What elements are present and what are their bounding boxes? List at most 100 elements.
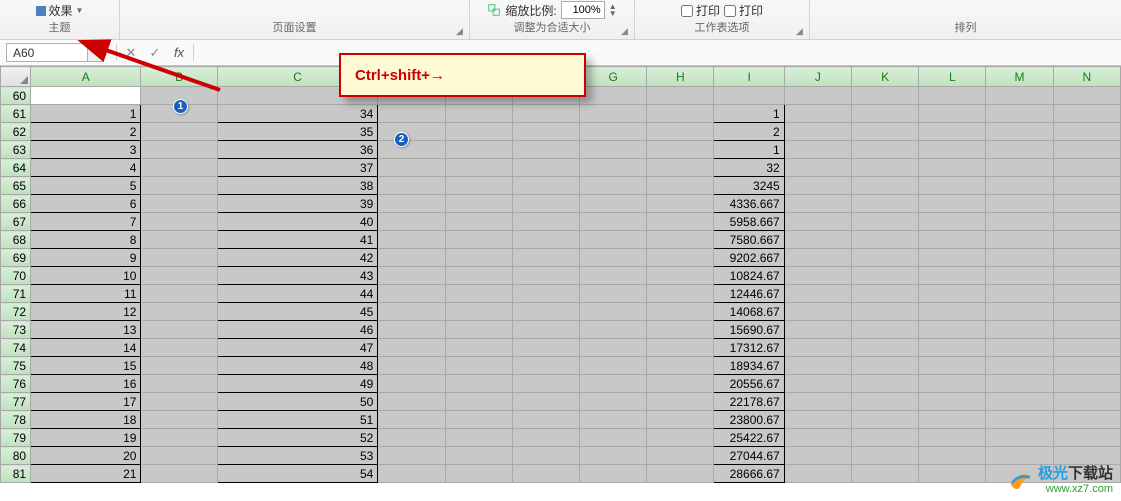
cell-I63[interactable]: 1 xyxy=(714,141,784,159)
cell-H75[interactable] xyxy=(647,357,714,375)
cell-K80[interactable] xyxy=(851,447,918,465)
cell-D68[interactable] xyxy=(378,231,445,249)
row-header[interactable]: 75 xyxy=(1,357,31,375)
cell-C63[interactable]: 36 xyxy=(217,141,378,159)
cell-L72[interactable] xyxy=(919,303,986,321)
row-header[interactable]: 69 xyxy=(1,249,31,267)
cell-D77[interactable] xyxy=(378,393,445,411)
cell-M80[interactable] xyxy=(986,447,1053,465)
cell-H61[interactable] xyxy=(647,105,714,123)
cell-L65[interactable] xyxy=(919,177,986,195)
cell-C69[interactable]: 42 xyxy=(217,249,378,267)
cell-D73[interactable] xyxy=(378,321,445,339)
cell-F60[interactable] xyxy=(512,87,579,105)
cell-M63[interactable] xyxy=(986,141,1053,159)
cell-K73[interactable] xyxy=(851,321,918,339)
cell-K75[interactable] xyxy=(851,357,918,375)
cell-L67[interactable] xyxy=(919,213,986,231)
cell-K63[interactable] xyxy=(851,141,918,159)
cell-J64[interactable] xyxy=(784,159,851,177)
cell-K61[interactable] xyxy=(851,105,918,123)
cell-B81[interactable] xyxy=(141,465,217,483)
cell-N70[interactable] xyxy=(1053,267,1120,285)
cell-I67[interactable]: 5958.667 xyxy=(714,213,784,231)
effects-button[interactable]: 效果 ▼ xyxy=(36,2,84,19)
cell-I66[interactable]: 4336.667 xyxy=(714,195,784,213)
cell-I73[interactable]: 15690.67 xyxy=(714,321,784,339)
cell-H63[interactable] xyxy=(647,141,714,159)
cell-A61[interactable]: 1 xyxy=(31,105,141,123)
cell-E66[interactable] xyxy=(445,195,512,213)
cell-G66[interactable] xyxy=(580,195,647,213)
cell-E71[interactable] xyxy=(445,285,512,303)
row-header[interactable]: 61 xyxy=(1,105,31,123)
cell-A72[interactable]: 12 xyxy=(31,303,141,321)
cell-I72[interactable]: 14068.67 xyxy=(714,303,784,321)
cell-N72[interactable] xyxy=(1053,303,1120,321)
cell-N80[interactable] xyxy=(1053,447,1120,465)
cell-N62[interactable] xyxy=(1053,123,1120,141)
cell-L60[interactable] xyxy=(919,87,986,105)
cell-B79[interactable] xyxy=(141,429,217,447)
cell-J65[interactable] xyxy=(784,177,851,195)
cell-M79[interactable] xyxy=(986,429,1053,447)
row-header[interactable]: 74 xyxy=(1,339,31,357)
cell-F61[interactable] xyxy=(512,105,579,123)
cell-E61[interactable] xyxy=(445,105,512,123)
cell-D64[interactable] xyxy=(378,159,445,177)
cell-N69[interactable] xyxy=(1053,249,1120,267)
cell-A69[interactable]: 9 xyxy=(31,249,141,267)
cell-G63[interactable] xyxy=(580,141,647,159)
cell-B68[interactable] xyxy=(141,231,217,249)
cell-E74[interactable] xyxy=(445,339,512,357)
column-header-E[interactable]: E xyxy=(445,67,512,87)
cell-B76[interactable] xyxy=(141,375,217,393)
cell-A63[interactable]: 3 xyxy=(31,141,141,159)
column-header-K[interactable]: K xyxy=(851,67,918,87)
row-header[interactable]: 62 xyxy=(1,123,31,141)
cell-K76[interactable] xyxy=(851,375,918,393)
cell-K77[interactable] xyxy=(851,393,918,411)
cell-K62[interactable] xyxy=(851,123,918,141)
cell-F72[interactable] xyxy=(512,303,579,321)
cell-D75[interactable] xyxy=(378,357,445,375)
cell-J60[interactable] xyxy=(784,87,851,105)
print-checkbox-2[interactable]: 打印 xyxy=(724,2,763,19)
cell-E64[interactable] xyxy=(445,159,512,177)
cell-L62[interactable] xyxy=(919,123,986,141)
select-all-corner[interactable] xyxy=(1,67,31,87)
cell-A62[interactable]: 2 xyxy=(31,123,141,141)
cell-D69[interactable] xyxy=(378,249,445,267)
cell-E62[interactable] xyxy=(445,123,512,141)
fx-button[interactable]: fx xyxy=(167,40,191,65)
cell-E80[interactable] xyxy=(445,447,512,465)
cell-I77[interactable]: 22178.67 xyxy=(714,393,784,411)
cell-A70[interactable]: 10 xyxy=(31,267,141,285)
cell-B62[interactable] xyxy=(141,123,217,141)
zoom-stepper[interactable]: ▲▼ xyxy=(609,3,617,17)
cell-J62[interactable] xyxy=(784,123,851,141)
cell-A60[interactable] xyxy=(31,87,141,105)
cell-C68[interactable]: 41 xyxy=(217,231,378,249)
cell-L77[interactable] xyxy=(919,393,986,411)
cell-C61[interactable]: 34 xyxy=(217,105,378,123)
cell-L73[interactable] xyxy=(919,321,986,339)
cell-A77[interactable]: 17 xyxy=(31,393,141,411)
cell-H62[interactable] xyxy=(647,123,714,141)
cell-M75[interactable] xyxy=(986,357,1053,375)
cell-F77[interactable] xyxy=(512,393,579,411)
cell-L78[interactable] xyxy=(919,411,986,429)
cell-K68[interactable] xyxy=(851,231,918,249)
dialog-launcher-icon[interactable]: ◢ xyxy=(796,26,806,36)
cell-I76[interactable]: 20556.67 xyxy=(714,375,784,393)
cell-K72[interactable] xyxy=(851,303,918,321)
cell-F68[interactable] xyxy=(512,231,579,249)
cell-C77[interactable]: 50 xyxy=(217,393,378,411)
cell-N73[interactable] xyxy=(1053,321,1120,339)
cell-B60[interactable] xyxy=(141,87,217,105)
row-header[interactable]: 64 xyxy=(1,159,31,177)
print-checkbox-1[interactable]: 打印 xyxy=(681,2,720,19)
cell-F66[interactable] xyxy=(512,195,579,213)
column-header-L[interactable]: L xyxy=(919,67,986,87)
cell-H67[interactable] xyxy=(647,213,714,231)
